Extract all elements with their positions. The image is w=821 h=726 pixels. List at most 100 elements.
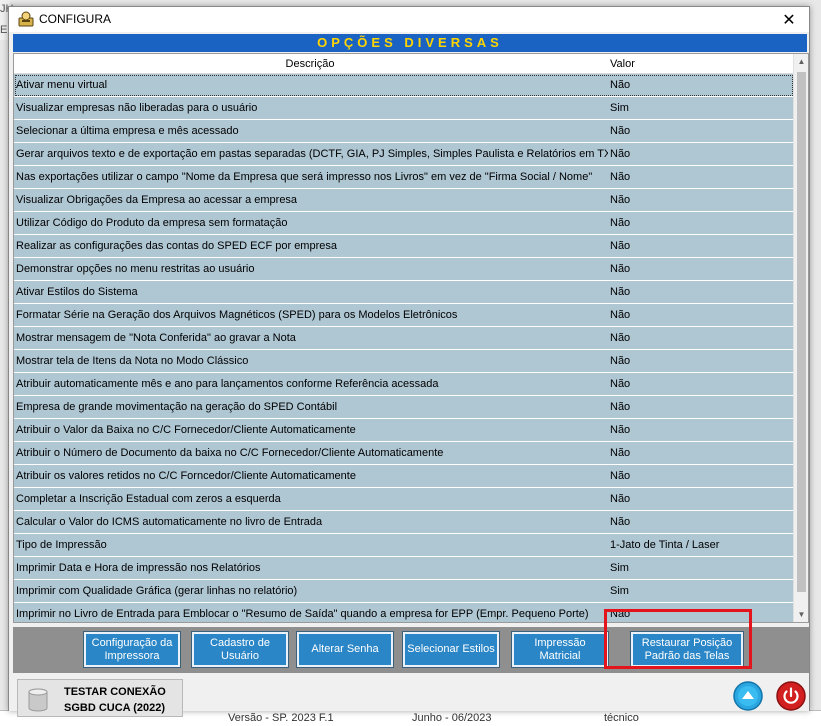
- table-row[interactable]: Demonstrar opções no menu restritas ao u…: [14, 258, 794, 281]
- row-description: Mostrar mensagem de "Nota Conferida" ao …: [16, 332, 296, 344]
- row-description: Atribuir o Valor da Baixa no C/C Fornece…: [16, 424, 356, 436]
- row-description: Imprimir Data e Hora de impressão nos Re…: [16, 562, 261, 574]
- table-row[interactable]: Empresa de grande movimentação na geraçã…: [14, 396, 794, 419]
- row-value[interactable]: Não: [610, 332, 630, 344]
- row-description: Calcular o Valor do ICMS automaticamente…: [16, 516, 323, 528]
- scroll-top-button[interactable]: [733, 681, 763, 711]
- close-button[interactable]: ✕: [769, 7, 809, 32]
- row-description: Empresa de grande movimentação na geraçã…: [16, 401, 338, 413]
- close-icon: ✕: [782, 11, 796, 29]
- table-row[interactable]: Realizar as configurações das contas do …: [14, 235, 794, 258]
- column-header-description[interactable]: Descrição: [14, 58, 606, 70]
- row-value[interactable]: Não: [610, 217, 630, 229]
- select-styles-button[interactable]: Selecionar Estilos: [403, 632, 499, 667]
- row-description: Selecionar a última empresa e mês acessa…: [16, 125, 239, 137]
- row-value[interactable]: Não: [610, 447, 630, 459]
- row-value[interactable]: Não: [610, 286, 630, 298]
- vertical-scrollbar[interactable]: ▲ ▼: [793, 54, 808, 622]
- database-icon: [28, 688, 48, 712]
- row-value[interactable]: Não: [610, 240, 630, 252]
- table-row[interactable]: Imprimir Data e Hora de impressão nos Re…: [14, 557, 794, 580]
- button-label: Cadastro de: [210, 636, 270, 649]
- table-row[interactable]: Atribuir o Número de Documento da baixa …: [14, 442, 794, 465]
- row-description: Visualizar empresas não liberadas para o…: [16, 102, 258, 114]
- row-description: Gerar arquivos texto e de exportação em …: [16, 148, 608, 160]
- row-value[interactable]: Não: [610, 355, 630, 367]
- row-value[interactable]: Sim: [610, 585, 629, 597]
- test-connection-button[interactable]: TESTAR CONEXÃO SGBD CUCA (2022): [17, 679, 183, 717]
- table-row[interactable]: Ativar menu virtual Não: [14, 74, 794, 97]
- user-register-button[interactable]: Cadastro de Usuário: [192, 632, 288, 667]
- row-value[interactable]: Sim: [610, 102, 629, 114]
- database-name: SGBD CUCA (2022): [64, 702, 166, 714]
- table-row[interactable]: Utilizar Código do Produto da empresa se…: [14, 212, 794, 235]
- power-button[interactable]: [776, 681, 806, 711]
- action-toolbar: Configuração da Impressora Cadastro de Usu…: [13, 627, 809, 673]
- row-value[interactable]: Não: [610, 493, 630, 505]
- title-bar[interactable]: CONFIGURA ✕: [9, 7, 809, 32]
- app-icon: [18, 11, 34, 27]
- config-printer-button[interactable]: Configuração da Impressora: [84, 632, 180, 667]
- row-value[interactable]: Não: [610, 171, 630, 183]
- background-cell: Junho - 06/2023: [412, 712, 492, 724]
- button-label: Usuário: [221, 649, 259, 662]
- scroll-up-icon[interactable]: ▲: [794, 54, 808, 69]
- change-password-button[interactable]: Alterar Senha: [297, 632, 393, 667]
- window-title: CONFIGURA: [39, 12, 111, 26]
- scrollbar-thumb[interactable]: [797, 72, 806, 592]
- table-row[interactable]: Imprimir com Qualidade Gráfica (gerar li…: [14, 580, 794, 603]
- test-connection-label: TESTAR CONEXÃO: [64, 686, 166, 698]
- row-description: Atribuir automaticamente mês e ano para …: [16, 378, 439, 390]
- row-value[interactable]: Sim: [610, 562, 629, 574]
- row-description: Atribuir os valores retidos no C/C Fornc…: [16, 470, 356, 482]
- row-value[interactable]: Não: [610, 470, 630, 482]
- row-value[interactable]: Não: [610, 263, 630, 275]
- restore-position-button[interactable]: Restaurar Posição Padrão das Telas: [631, 632, 743, 667]
- table-row[interactable]: Mostrar mensagem de "Nota Conferida" ao …: [14, 327, 794, 350]
- table-row[interactable]: Calcular o Valor do ICMS automaticamente…: [14, 511, 794, 534]
- column-header-value[interactable]: Valor: [610, 58, 635, 70]
- table-row[interactable]: Visualizar Obrigações da Empresa ao aces…: [14, 189, 794, 212]
- row-value[interactable]: Não: [610, 401, 630, 413]
- table-row[interactable]: Imprimir no Livro de Entrada para Embloc…: [14, 603, 794, 622]
- row-value[interactable]: Não: [610, 516, 630, 528]
- section-banner: OPÇÕES DIVERSAS: [13, 34, 807, 52]
- row-value[interactable]: Não: [610, 309, 630, 321]
- row-description: Utilizar Código do Produto da empresa se…: [16, 217, 288, 229]
- table-row[interactable]: Gerar arquivos texto e de exportação em …: [14, 143, 794, 166]
- table-row[interactable]: Selecionar a última empresa e mês acessa…: [14, 120, 794, 143]
- table-row[interactable]: Formatar Série na Geração dos Arquivos M…: [14, 304, 794, 327]
- matrix-print-button[interactable]: Impressão Matricial: [512, 632, 608, 667]
- row-value[interactable]: Não: [610, 125, 630, 137]
- table-row[interactable]: Nas exportações utilizar o campo "Nome d…: [14, 166, 794, 189]
- table-row[interactable]: Atribuir o Valor da Baixa no C/C Fornece…: [14, 419, 794, 442]
- row-value[interactable]: Não: [610, 608, 630, 620]
- grid-rows: Ativar menu virtual Não Visualizar empresa…: [14, 74, 794, 622]
- button-label: Impressora: [104, 649, 160, 662]
- table-row[interactable]: Mostrar tela de Itens da Nota no Modo Cl…: [14, 350, 794, 373]
- table-row[interactable]: Ativar Estilos do Sistema Não: [14, 281, 794, 304]
- row-value[interactable]: Não: [610, 378, 630, 390]
- table-row[interactable]: Visualizar empresas não liberadas para o…: [14, 97, 794, 120]
- table-row[interactable]: Completar a Inscrição Estadual com zeros…: [14, 488, 794, 511]
- row-description: Completar a Inscrição Estadual com zeros…: [16, 493, 281, 505]
- background-cell: Versão - SP. 2023 F.1: [228, 712, 334, 724]
- row-value[interactable]: Não: [610, 148, 630, 160]
- table-row[interactable]: Tipo de Impressão 1-Jato de Tinta / Laser: [14, 534, 794, 557]
- row-value[interactable]: Não: [610, 424, 630, 436]
- row-description: Demonstrar opções no menu restritas ao u…: [16, 263, 255, 275]
- row-value[interactable]: Não: [610, 79, 630, 91]
- row-value[interactable]: 1-Jato de Tinta / Laser: [610, 539, 719, 551]
- button-label: Configuração da: [91, 636, 173, 649]
- row-description: Tipo de Impressão: [16, 539, 107, 551]
- scroll-down-icon[interactable]: ▼: [794, 607, 808, 622]
- row-description: Visualizar Obrigações da Empresa ao aces…: [16, 194, 298, 206]
- table-row[interactable]: Atribuir automaticamente mês e ano para …: [14, 373, 794, 396]
- grid-header: Descrição Valor: [14, 54, 794, 74]
- options-grid[interactable]: Descrição Valor Ativar menu virtual Não Vi…: [13, 53, 809, 623]
- button-label: Selecionar Estilos: [407, 643, 495, 655]
- row-value[interactable]: Não: [610, 194, 630, 206]
- row-description: Imprimir no Livro de Entrada para Embloc…: [16, 608, 589, 620]
- table-row[interactable]: Atribuir os valores retidos no C/C Fornc…: [14, 465, 794, 488]
- arrow-up-icon: [733, 681, 763, 711]
